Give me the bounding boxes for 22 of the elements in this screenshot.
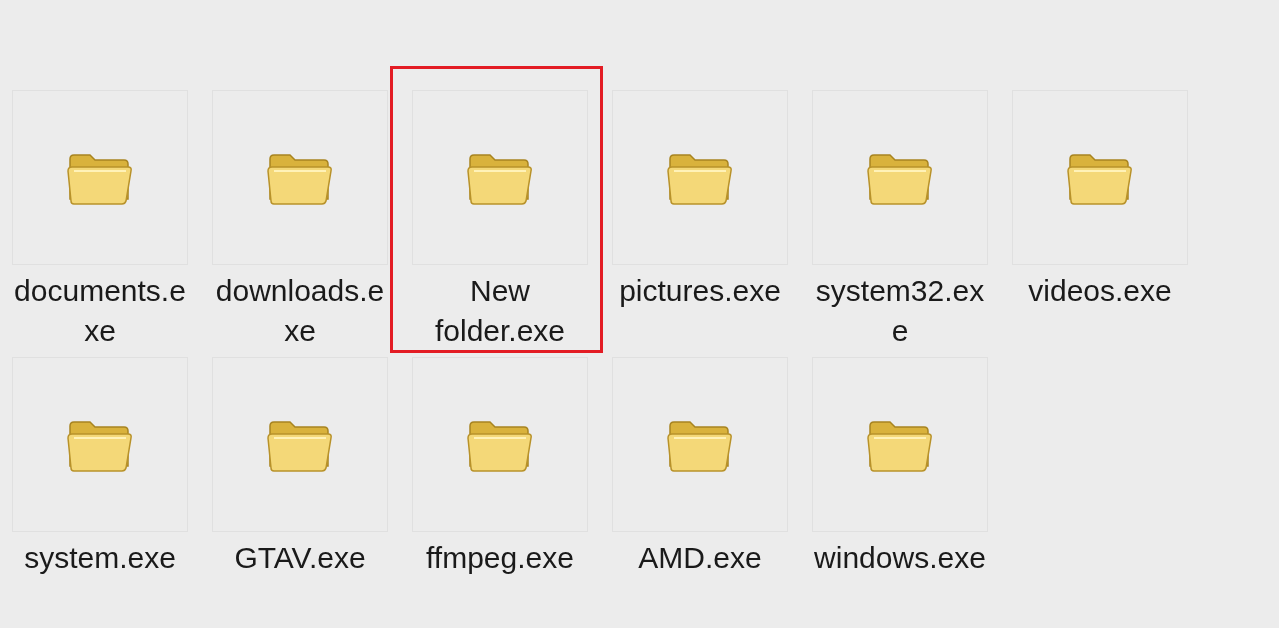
- folder-tile[interactable]: [412, 90, 588, 265]
- folder-tile[interactable]: [412, 357, 588, 532]
- folder-tile[interactable]: [812, 90, 988, 265]
- folder-name: documents.exe: [14, 273, 186, 349]
- folder-name: downloads.exe: [214, 273, 386, 349]
- folder-name: system32.exe: [814, 273, 986, 349]
- folder-name: system.exe: [23, 540, 177, 576]
- folder-name: videos.exe: [1027, 273, 1173, 309]
- folder-tile[interactable]: [12, 357, 188, 532]
- folder-tile[interactable]: [612, 357, 788, 532]
- folder-name: AMD.exe: [637, 540, 763, 576]
- folder-name: New folder.exe: [433, 273, 567, 349]
- folder-name: GTAV.exe: [233, 540, 367, 576]
- folder-tile[interactable]: [12, 90, 188, 265]
- folder-tile[interactable]: [212, 357, 388, 532]
- folder-tile[interactable]: [212, 90, 388, 265]
- folder-name: pictures.exe: [618, 273, 782, 309]
- folder-tile[interactable]: [812, 357, 988, 532]
- folder-tile[interactable]: [612, 90, 788, 265]
- folder-tile[interactable]: [1012, 90, 1188, 265]
- folder-name: ffmpeg.exe: [425, 540, 575, 576]
- folder-name: windows.exe: [814, 540, 986, 576]
